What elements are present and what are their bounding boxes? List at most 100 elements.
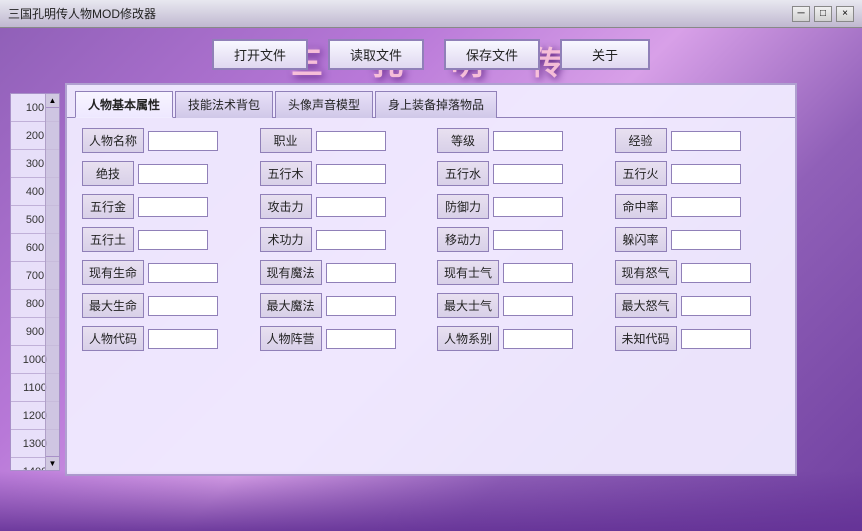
field-label-9: 攻击力 (260, 194, 312, 219)
main-background: 三 孔 明 传 10020030040050060070080090010001… (0, 28, 862, 531)
field-input-21[interactable] (326, 296, 396, 316)
minimize-button[interactable]: ─ (792, 6, 810, 22)
field-group-12: 五行土 (82, 227, 248, 252)
content-area: 人物基本属性技能法术背包头像声音模型身上装备掉落物品 人物名称职业等级经验绝技五… (65, 83, 797, 476)
field-label-19: 现有怒气 (615, 260, 677, 285)
field-label-24: 人物代码 (82, 326, 144, 351)
field-label-22: 最大士气 (437, 293, 499, 318)
field-label-14: 移动力 (437, 227, 489, 252)
field-label-25: 人物阵营 (260, 326, 322, 351)
field-label-5: 五行木 (260, 161, 312, 186)
field-label-16: 现有生命 (82, 260, 144, 285)
field-label-20: 最大生命 (82, 293, 144, 318)
save-file-button[interactable]: 保存文件 (444, 39, 540, 70)
field-input-26[interactable] (503, 329, 573, 349)
field-label-2: 等级 (437, 128, 489, 153)
field-input-17[interactable] (326, 263, 396, 283)
field-input-20[interactable] (148, 296, 218, 316)
field-input-4[interactable] (138, 164, 208, 184)
field-input-14[interactable] (493, 230, 563, 250)
field-group-20: 最大生命 (82, 293, 248, 318)
field-input-11[interactable] (671, 197, 741, 217)
field-input-7[interactable] (671, 164, 741, 184)
field-group-6: 五行水 (437, 161, 603, 186)
toolbar: 打开文件 读取文件 保存文件 关于 (70, 36, 792, 72)
field-input-10[interactable] (493, 197, 563, 217)
field-label-12: 五行土 (82, 227, 134, 252)
field-input-25[interactable] (326, 329, 396, 349)
field-group-4: 绝技 (82, 161, 248, 186)
field-input-19[interactable] (681, 263, 751, 283)
field-group-9: 攻击力 (260, 194, 426, 219)
field-input-24[interactable] (148, 329, 218, 349)
field-group-27: 未知代码 (615, 326, 781, 351)
field-group-10: 防御力 (437, 194, 603, 219)
field-input-15[interactable] (671, 230, 741, 250)
border-bottom (0, 471, 862, 531)
field-group-13: 术功力 (260, 227, 426, 252)
field-label-0: 人物名称 (82, 128, 144, 153)
field-group-2: 等级 (437, 128, 603, 153)
field-group-24: 人物代码 (82, 326, 248, 351)
field-group-7: 五行火 (615, 161, 781, 186)
field-input-5[interactable] (316, 164, 386, 184)
field-label-18: 现有士气 (437, 260, 499, 285)
scroll-down-button[interactable]: ▼ (46, 456, 60, 470)
field-input-12[interactable] (138, 230, 208, 250)
field-group-18: 现有士气 (437, 260, 603, 285)
field-label-1: 职业 (260, 128, 312, 153)
field-group-3: 经验 (615, 128, 781, 153)
field-input-0[interactable] (148, 131, 218, 151)
field-label-11: 命中率 (615, 194, 667, 219)
field-label-6: 五行水 (437, 161, 489, 186)
close-button[interactable]: × (836, 6, 854, 22)
field-group-8: 五行金 (82, 194, 248, 219)
field-group-25: 人物阵营 (260, 326, 426, 351)
scroll-bar: ▲ ▼ (45, 94, 59, 470)
field-group-1: 职业 (260, 128, 426, 153)
field-label-10: 防御力 (437, 194, 489, 219)
tab-equipment[interactable]: 身上装备掉落物品 (375, 91, 497, 118)
title-bar: 三国孔明传人物MOD修改器 ─ □ × (0, 0, 862, 28)
read-file-button[interactable]: 读取文件 (328, 39, 424, 70)
fields-grid: 人物名称 职业 等级 经验绝技 五行木 五行水 五行火五行金攻击力 防御力 命中率五行土 术功力移… (82, 128, 780, 351)
scroll-up-button[interactable]: ▲ (46, 94, 60, 108)
field-input-9[interactable] (316, 197, 386, 217)
field-label-17: 现有魔法 (260, 260, 322, 285)
tab-skills[interactable]: 技能法术背包 (175, 91, 273, 118)
field-group-23: 最大怒气 (615, 293, 781, 318)
tab-content-basic: 人物名称 职业 等级 经验绝技 五行木 五行水 五行火五行金攻击力 防御力 命中率五行土 术功力移… (67, 117, 795, 361)
field-label-27: 未知代码 (615, 326, 677, 351)
field-group-17: 现有魔法 (260, 260, 426, 285)
field-input-2[interactable] (493, 131, 563, 151)
field-input-6[interactable] (493, 164, 563, 184)
field-group-15: 躲闪率 (615, 227, 781, 252)
field-input-13[interactable] (316, 230, 386, 250)
field-input-8[interactable] (138, 197, 208, 217)
field-label-21: 最大魔法 (260, 293, 322, 318)
maximize-button[interactable]: □ (814, 6, 832, 22)
window-controls: ─ □ × (792, 6, 854, 22)
field-group-5: 五行木 (260, 161, 426, 186)
field-group-14: 移动力 (437, 227, 603, 252)
field-input-22[interactable] (503, 296, 573, 316)
field-input-3[interactable] (671, 131, 741, 151)
about-button[interactable]: 关于 (560, 39, 650, 70)
field-label-7: 五行火 (615, 161, 667, 186)
field-input-16[interactable] (148, 263, 218, 283)
field-input-18[interactable] (503, 263, 573, 283)
field-input-23[interactable] (681, 296, 751, 316)
field-group-11: 命中率 (615, 194, 781, 219)
number-panel: 1002003004005006007008009001000110012001… (10, 93, 60, 471)
tab-basic[interactable]: 人物基本属性 (75, 91, 173, 118)
field-label-23: 最大怒气 (615, 293, 677, 318)
tab-bar: 人物基本属性技能法术背包头像声音模型身上装备掉落物品 (67, 85, 795, 118)
field-input-27[interactable] (681, 329, 751, 349)
field-group-0: 人物名称 (82, 128, 248, 153)
open-file-button[interactable]: 打开文件 (212, 39, 308, 70)
field-group-19: 现有怒气 (615, 260, 781, 285)
field-label-4: 绝技 (82, 161, 134, 186)
tab-portrait[interactable]: 头像声音模型 (275, 91, 373, 118)
field-input-1[interactable] (316, 131, 386, 151)
field-group-21: 最大魔法 (260, 293, 426, 318)
